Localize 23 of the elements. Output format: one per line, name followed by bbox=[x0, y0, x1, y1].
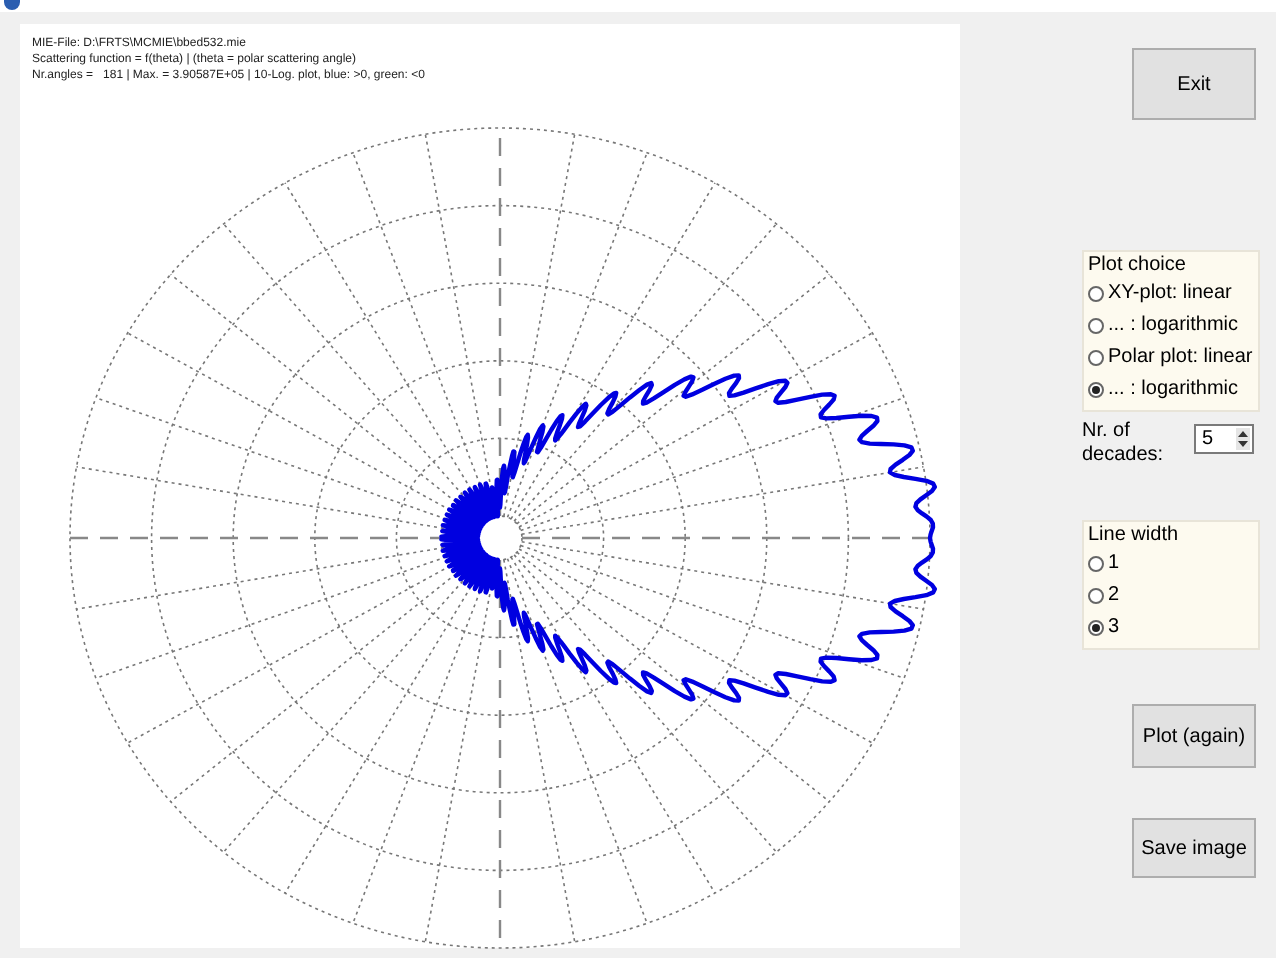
radio-option[interactable]: Polar plot: linear bbox=[1088, 342, 1254, 374]
radio-option[interactable]: 3 bbox=[1088, 612, 1254, 644]
radio-option[interactable]: ... : logarithmic bbox=[1088, 374, 1254, 406]
radio-button[interactable] bbox=[1088, 382, 1104, 398]
decades-label: Nr. of decades: bbox=[1082, 420, 1166, 468]
radio-option[interactable]: 1 bbox=[1088, 548, 1254, 580]
decades-spinner[interactable]: 5 bbox=[1194, 424, 1254, 454]
plot-button[interactable]: Plot (again) bbox=[1132, 704, 1256, 768]
radio-button[interactable] bbox=[1088, 588, 1104, 604]
app-icon bbox=[4, 0, 20, 10]
radio-option[interactable]: ... : logarithmic bbox=[1088, 310, 1254, 342]
radio-button[interactable] bbox=[1088, 620, 1104, 636]
radio-button[interactable] bbox=[1088, 318, 1104, 334]
group-title: Plot choice bbox=[1088, 254, 1188, 278]
radio-button[interactable] bbox=[1088, 556, 1104, 572]
spinner-arrows-icon[interactable] bbox=[1236, 428, 1250, 450]
group-title: Line width bbox=[1088, 524, 1181, 548]
radio-button[interactable] bbox=[1088, 350, 1104, 366]
radio-option[interactable]: XY-plot: linear bbox=[1088, 278, 1254, 310]
radio-option[interactable]: 2 bbox=[1088, 580, 1254, 612]
save-image-button[interactable]: Save image bbox=[1132, 818, 1256, 878]
exit-button[interactable]: Exit bbox=[1132, 48, 1256, 120]
radio-button[interactable] bbox=[1088, 286, 1104, 302]
